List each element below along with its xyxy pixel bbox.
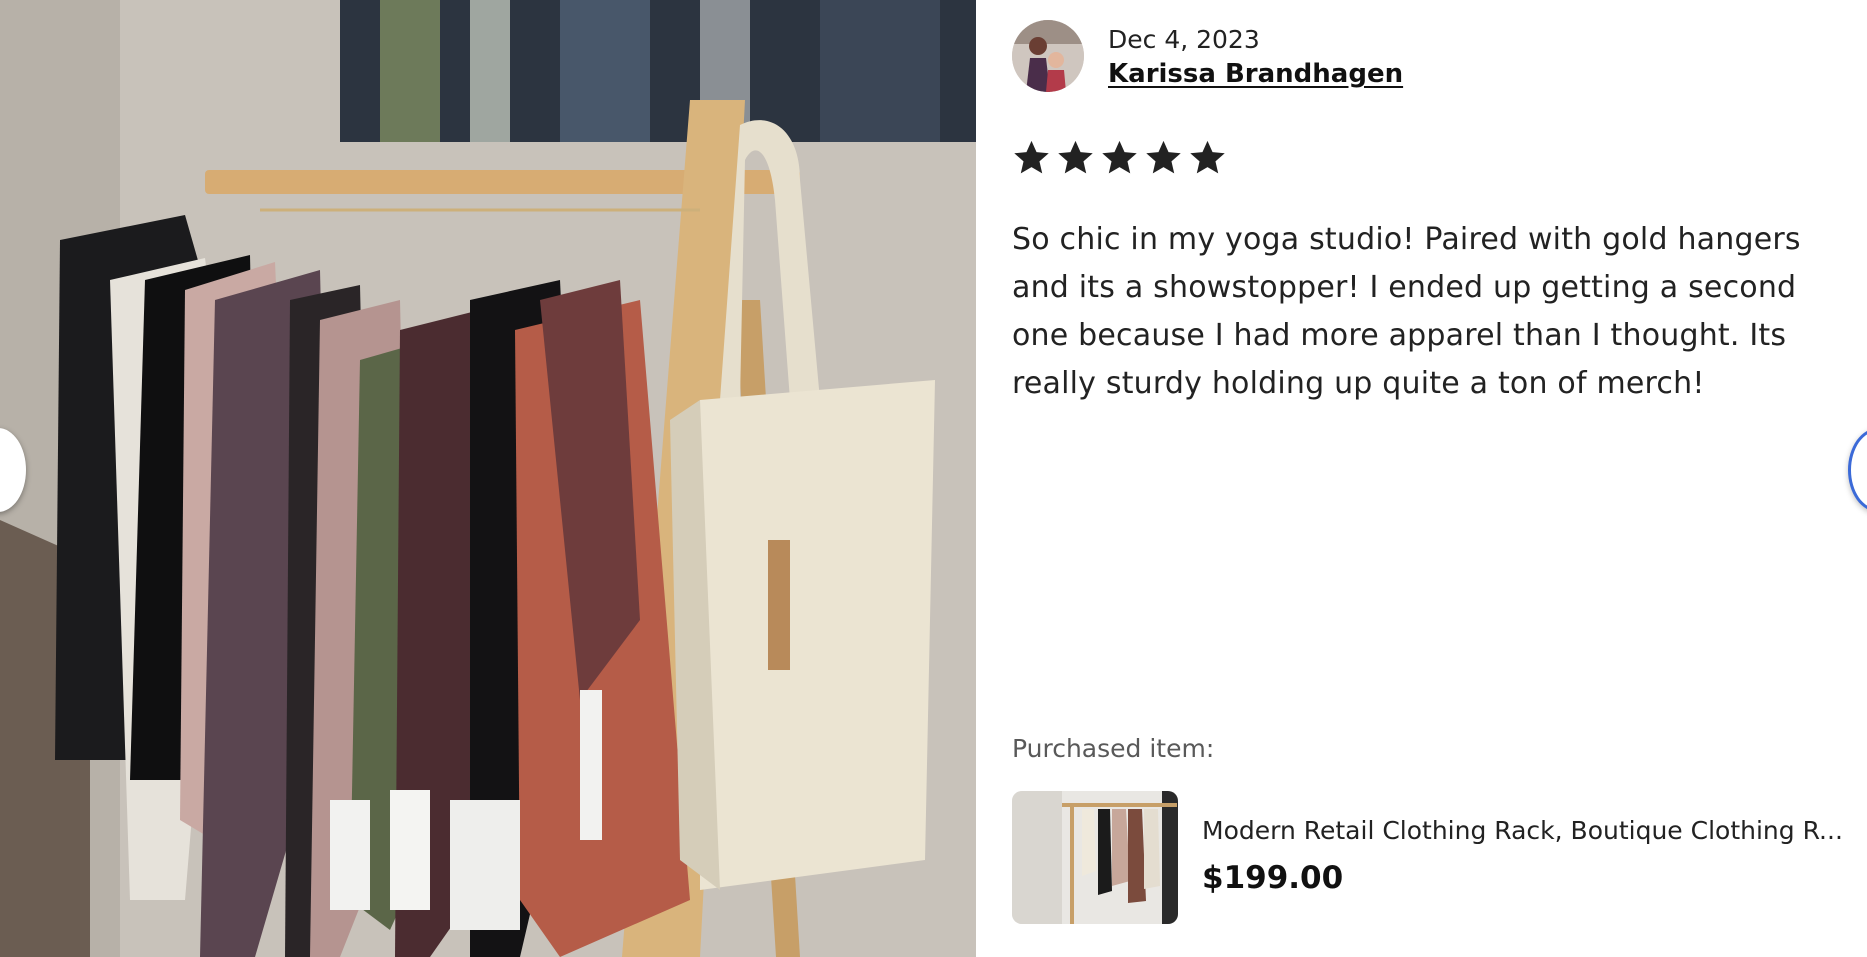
purchased-item-price: $199.00 [1202, 860, 1344, 896]
reviewer-avatar [1012, 20, 1084, 92]
star-icon [1014, 140, 1049, 174]
review-photo-image [0, 0, 976, 957]
review-date: Dec 4, 2023 [1108, 25, 1260, 54]
review-photo[interactable] [0, 0, 976, 957]
purchased-item-title: Modern Retail Clothing Rack, Boutique Cl… [1202, 816, 1843, 845]
purchased-item-thumbnail [1012, 791, 1178, 924]
review-panel: Dec 4, 2023 Karissa Brandhagen So chic i… [1012, 0, 1852, 957]
review-text: So chic in my yoga studio! Paired with g… [1012, 222, 1801, 401]
star-rating [1012, 138, 1227, 177]
avatar-image [1012, 20, 1084, 92]
star-icon [1146, 140, 1181, 174]
purchased-item-label: Purchased item: [1012, 734, 1215, 763]
purchased-item-link[interactable]: Modern Retail Clothing Rack, Boutique Cl… [1012, 791, 1852, 924]
reviewer-name-link[interactable]: Karissa Brandhagen [1108, 59, 1403, 89]
star-icon [1058, 140, 1093, 174]
star-icon [1102, 140, 1137, 174]
thumbnail-image [1012, 791, 1178, 924]
star-icon [1190, 140, 1225, 174]
